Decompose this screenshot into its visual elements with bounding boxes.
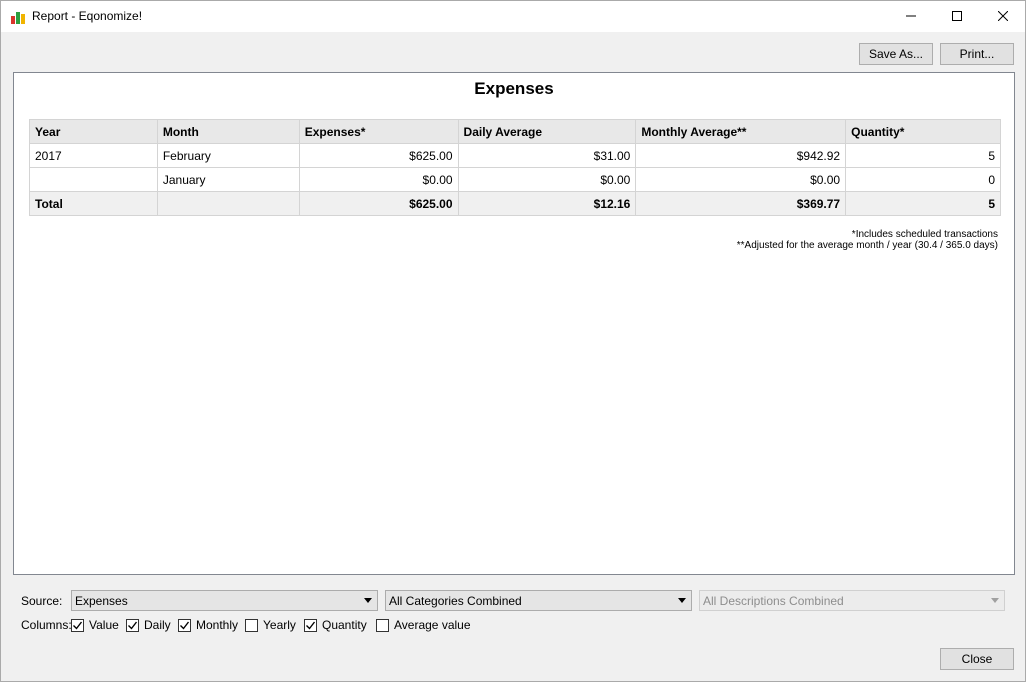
cell-quantity: 5: [845, 143, 1001, 168]
checkbox-label: Quantity: [322, 618, 367, 632]
checkbox-yearly[interactable]: Yearly: [245, 617, 296, 633]
report-window: Report - Eqonomize! Save As... Print... …: [0, 0, 1026, 682]
footnote-adjusted: **Adjusted for the average month / year …: [736, 240, 998, 251]
description-select[interactable]: All Descriptions Combined: [699, 590, 1005, 611]
cell-month: January: [156, 167, 300, 192]
columns-label: Columns:: [21, 618, 72, 632]
total-daily-average: $12.16: [457, 191, 637, 216]
minimize-icon: [906, 10, 916, 24]
checkbox-box[interactable]: [178, 618, 191, 632]
checkbox-daily[interactable]: Daily: [126, 617, 171, 633]
checkbox-label: Average value: [394, 618, 471, 632]
cell-daily-average: $0.00: [457, 167, 637, 192]
maximize-button[interactable]: [934, 1, 980, 32]
cell-quantity: 0: [845, 167, 1001, 192]
report-table: Year Month Expenses* Daily Average Month…: [29, 119, 1001, 216]
source-select-value: Expenses: [75, 593, 128, 608]
checkbox-label: Monthly: [196, 618, 239, 632]
window-title: Report - Eqonomize!: [32, 9, 143, 23]
table-header-row: Year Month Expenses* Daily Average Month…: [29, 119, 1001, 144]
column-header-quantity: Quantity*: [845, 119, 1001, 144]
close-button[interactable]: Close: [940, 648, 1014, 670]
checkmark-icon: [306, 621, 316, 630]
report-title: Expenses: [474, 79, 554, 98]
chevron-down-icon: [991, 598, 999, 603]
checkbox-box[interactable]: [376, 618, 389, 632]
print-button[interactable]: Print...: [940, 43, 1014, 65]
checkmark-icon: [73, 621, 83, 630]
checkmark-icon: [180, 621, 190, 630]
checkbox-box[interactable]: [71, 618, 84, 632]
checkmark-icon: [128, 621, 138, 630]
column-header-daily-average: Daily Average: [457, 119, 637, 144]
column-header-monthly-average: Monthly Average**: [635, 119, 847, 144]
checkbox-value[interactable]: Value: [71, 617, 119, 633]
column-header-expenses: Expenses*: [298, 119, 459, 144]
description-select-value: All Descriptions Combined: [703, 593, 844, 608]
title-bar: Report - Eqonomize!: [1, 1, 1025, 32]
table-row: 2017 February $625.00 $31.00 $942.92 5: [29, 143, 1001, 168]
source-select[interactable]: Expenses: [71, 590, 378, 611]
maximize-icon: [952, 10, 962, 24]
minimize-button[interactable]: [888, 1, 934, 32]
source-label: Source:: [21, 594, 63, 608]
total-label: Total: [29, 191, 158, 216]
checkbox-average-value[interactable]: Average value: [376, 617, 471, 633]
cell-expenses: $0.00: [298, 167, 459, 192]
cell-expenses: $625.00: [298, 143, 459, 168]
chevron-down-icon: [364, 598, 372, 603]
cell-daily-average: $31.00: [457, 143, 637, 168]
checkbox-box[interactable]: [245, 618, 258, 632]
checkbox-label: Daily: [144, 618, 171, 632]
table-row: January $0.00 $0.00 $0.00 0: [29, 167, 1001, 192]
chevron-down-icon: [678, 598, 686, 603]
app-icon: [10, 9, 26, 25]
total-quantity: 5: [845, 191, 1001, 216]
report-view[interactable]: Expenses Year Month Expenses* Daily Aver…: [13, 72, 1015, 575]
total-month: [156, 191, 300, 216]
total-row: Total $625.00 $12.16 $369.77 5: [29, 191, 1001, 216]
checkbox-label: Yearly: [263, 618, 296, 632]
cell-monthly-average: $942.92: [635, 143, 847, 168]
column-header-month: Month: [156, 119, 300, 144]
total-expenses: $625.00: [298, 191, 459, 216]
checkbox-monthly[interactable]: Monthly: [178, 617, 238, 633]
checkbox-box[interactable]: [304, 618, 317, 632]
category-select-value: All Categories Combined: [389, 593, 522, 608]
save-as-button[interactable]: Save As...: [859, 43, 933, 65]
cell-year: [29, 167, 158, 192]
cell-monthly-average: $0.00: [635, 167, 847, 192]
checkbox-label: Value: [89, 618, 119, 632]
cell-year: 2017: [29, 143, 158, 168]
footnote-scheduled: *Includes scheduled transactions: [851, 229, 998, 240]
cell-month: February: [156, 143, 300, 168]
column-header-year: Year: [29, 119, 158, 144]
checkbox-box[interactable]: [126, 618, 139, 632]
category-select[interactable]: All Categories Combined: [385, 590, 692, 611]
checkbox-quantity[interactable]: Quantity: [304, 617, 367, 633]
close-icon: [997, 10, 1009, 24]
total-monthly-average: $369.77: [635, 191, 847, 216]
close-window-button[interactable]: [980, 1, 1026, 32]
